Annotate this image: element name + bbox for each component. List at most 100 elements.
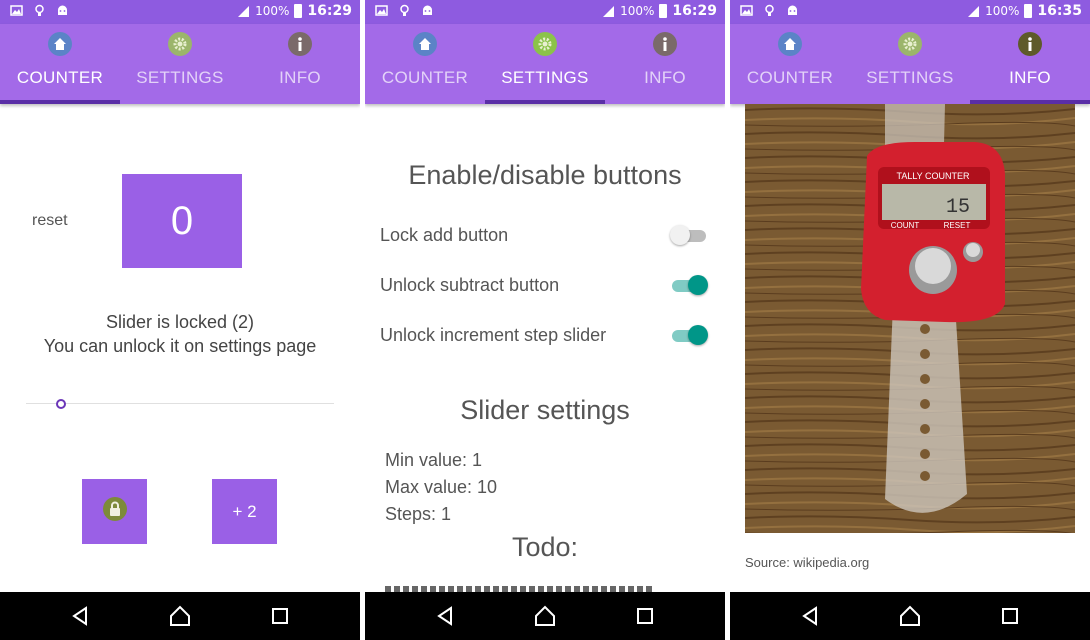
battery-percent: 100% — [620, 4, 655, 18]
tab-info[interactable]: INFO — [240, 24, 360, 104]
setting-row-lock-add: Lock add button — [380, 221, 710, 251]
status-bar: 100% 16:35 — [730, 0, 1090, 24]
image-source-caption: Source: wikipedia.org — [745, 555, 870, 570]
back-icon[interactable] — [433, 604, 457, 628]
tab-bar: COUNTER SETTINGS INFO — [0, 24, 360, 104]
navigation-bar — [365, 592, 725, 640]
status-bar: 100% 16:29 — [0, 0, 360, 24]
info-screen: 100% 16:35 COUNTER SETTINGS INFO TALLY C… — [730, 0, 1090, 640]
battery-percent: 100% — [985, 4, 1020, 18]
tab-info-label: INFO — [644, 68, 686, 87]
tab-info-label: INFO — [1009, 68, 1051, 87]
gear-icon — [533, 32, 557, 56]
tab-settings[interactable]: SETTINGS — [850, 24, 970, 104]
slider-unlock-hint: You can unlock it on settings page — [43, 336, 317, 356]
lightbulb-notification-icon — [400, 4, 409, 16]
tab-settings-label: SETTINGS — [501, 68, 589, 87]
photo-display-value: 15 — [946, 196, 970, 219]
min-value-text: Min value: 1 — [385, 450, 483, 470]
recents-icon[interactable] — [633, 604, 657, 628]
tab-counter-label: COUNTER — [381, 68, 469, 87]
android-notification-icon — [423, 5, 432, 15]
steps-text: Steps: 1 — [385, 504, 452, 524]
home-nav-icon[interactable] — [168, 604, 192, 628]
unlock-subtract-switch[interactable] — [670, 273, 710, 299]
tab-counter-label: COUNTER — [16, 68, 104, 87]
recents-icon[interactable] — [268, 604, 292, 628]
photo-label-tally-counter: TALLY COUNTER — [896, 171, 970, 181]
signal-icon — [238, 5, 250, 17]
home-icon — [778, 32, 802, 56]
counter-value-button[interactable]: 0 — [122, 174, 242, 268]
battery-percent: 100% — [255, 4, 290, 18]
status-bar: 100% 16:29 — [365, 0, 725, 24]
clock: 16:29 — [307, 3, 352, 19]
home-icon — [413, 32, 437, 56]
todo-heading: Todo: — [511, 532, 579, 562]
battery-icon — [659, 4, 668, 18]
setting-label: Unlock subtract button — [380, 275, 560, 295]
add-button[interactable]: + 2 — [212, 479, 277, 544]
tab-settings-label: SETTINGS — [866, 68, 954, 87]
back-icon[interactable] — [68, 604, 92, 628]
tab-settings-label: SETTINGS — [136, 68, 224, 87]
slider-section-heading: Slider settings — [460, 395, 630, 425]
home-nav-icon[interactable] — [898, 604, 922, 628]
lock-add-switch[interactable] — [670, 223, 710, 249]
tab-counter-label: COUNTER — [746, 68, 834, 87]
android-notification-icon — [58, 5, 67, 15]
tally-counter-photo: TALLY COUNTER 15 COUNT RESET — [745, 104, 1075, 533]
navigation-bar — [0, 592, 360, 640]
photo-label-count: COUNT — [891, 221, 920, 230]
info-icon — [1018, 32, 1042, 56]
tab-counter[interactable]: COUNTER — [0, 24, 120, 104]
clock: 16:35 — [1037, 3, 1082, 19]
photo-label-reset: RESET — [944, 221, 971, 230]
unlock-slider-switch[interactable] — [670, 323, 710, 349]
gear-icon — [898, 32, 922, 56]
back-icon[interactable] — [798, 604, 822, 628]
signal-icon — [603, 5, 615, 17]
navigation-bar — [730, 592, 1090, 640]
signal-icon — [968, 5, 980, 17]
image-notification-icon — [10, 5, 23, 16]
recents-icon[interactable] — [998, 604, 1022, 628]
setting-row-unlock-slider: Unlock increment step slider — [380, 321, 710, 351]
clock: 16:29 — [672, 3, 717, 19]
gear-icon — [168, 32, 192, 56]
max-value-text: Max value: 10 — [385, 477, 498, 497]
increment-slider-thumb[interactable] — [56, 399, 66, 409]
tab-bar: COUNTER SETTINGS INFO — [730, 24, 1090, 104]
image-notification-icon — [375, 5, 388, 16]
tab-info-label: INFO — [279, 68, 321, 87]
counter-screen: 100% 16:29 COUNTER SETTINGS INFO reset 0… — [0, 0, 360, 640]
tab-bar: COUNTER SETTINGS INFO — [365, 24, 725, 104]
subtract-button-locked[interactable] — [82, 479, 147, 544]
lightbulb-notification-icon — [765, 4, 774, 16]
battery-icon — [294, 4, 303, 18]
lock-icon — [102, 496, 128, 527]
increment-slider-track[interactable] — [26, 403, 334, 404]
tab-settings[interactable]: SETTINGS — [485, 24, 605, 104]
setting-label: Lock add button — [380, 225, 509, 245]
tab-counter[interactable]: COUNTER — [365, 24, 485, 104]
buttons-section-heading: Enable/disable buttons — [408, 160, 682, 190]
info-icon — [288, 32, 312, 56]
slider-locked-message: Slider is locked (2) — [105, 312, 255, 332]
settings-screen: 100% 16:29 COUNTER SETTINGS INFO Enable/… — [365, 0, 725, 640]
reset-button[interactable]: reset — [32, 212, 68, 230]
android-notification-icon — [788, 5, 797, 15]
active-tab-indicator — [0, 100, 120, 104]
tab-info[interactable]: INFO — [605, 24, 725, 104]
todo-list-clipped — [385, 584, 655, 592]
tab-info[interactable]: INFO — [970, 24, 1090, 104]
tab-settings[interactable]: SETTINGS — [120, 24, 240, 104]
home-icon — [48, 32, 72, 56]
info-icon — [653, 32, 677, 56]
image-notification-icon — [740, 5, 753, 16]
home-nav-icon[interactable] — [533, 604, 557, 628]
active-tab-indicator — [485, 100, 605, 104]
setting-label: Unlock increment step slider — [380, 325, 607, 345]
tab-counter[interactable]: COUNTER — [730, 24, 850, 104]
setting-row-unlock-subtract: Unlock subtract button — [380, 271, 710, 301]
